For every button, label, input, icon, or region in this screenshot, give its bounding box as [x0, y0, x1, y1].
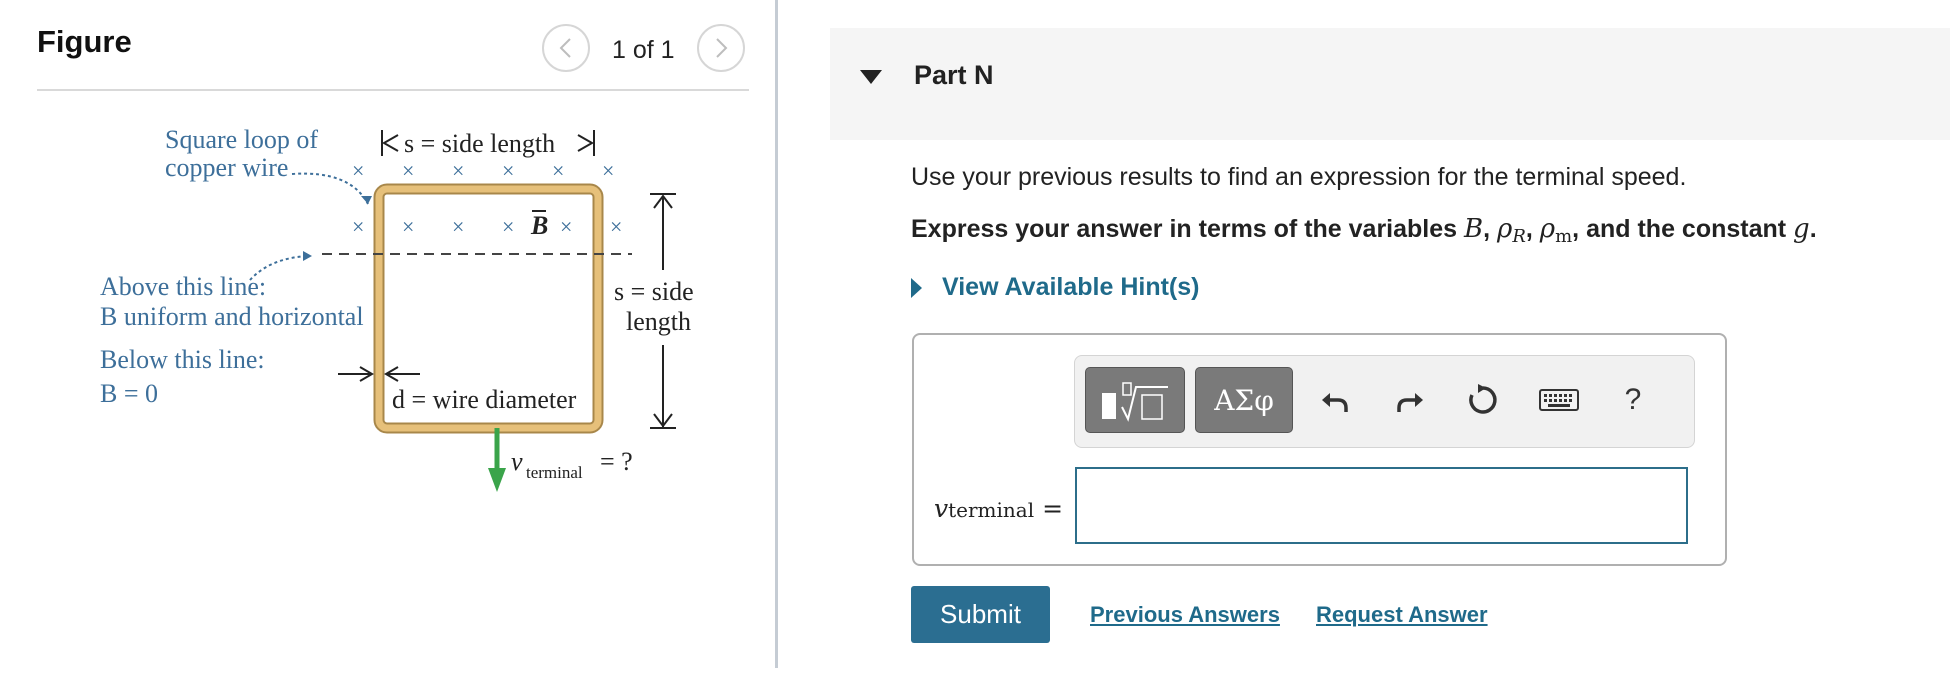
- caret-down-icon[interactable]: [860, 70, 882, 84]
- figure-title: Figure: [37, 24, 132, 59]
- panel-divider: [775, 0, 778, 668]
- symbols-button[interactable]: ΑΣφ: [1195, 367, 1293, 433]
- svg-text:×: ×: [352, 214, 364, 239]
- question-prompt: Use your previous results to find an exp…: [911, 163, 1687, 191]
- answer-label: vterminal =: [934, 494, 1063, 523]
- dim-right-arrow: [577, 134, 595, 152]
- math-toolbar: ΑΣφ ?: [1074, 355, 1695, 448]
- loop-label-line2: copper wire: [165, 153, 288, 182]
- velocity-label: v: [511, 447, 523, 476]
- above-line-label1: Above this line:: [100, 272, 266, 301]
- figure-panel: Figure 1 of 1 Square loop of copper wire…: [0, 0, 776, 678]
- view-hints-toggle[interactable]: View Available Hint(s): [911, 273, 1199, 302]
- svg-text:×: ×: [452, 158, 464, 183]
- svg-text:×: ×: [560, 214, 572, 239]
- svg-text:×: ×: [502, 214, 514, 239]
- figure-pager: 1 of 1: [612, 36, 675, 64]
- instruction-prefix: Express your answer in terms of the vari…: [911, 215, 1458, 243]
- field-crosses-row1: × × × × × ×: [352, 158, 614, 183]
- velocity-label-suffix: = ?: [600, 447, 633, 476]
- svg-text:×: ×: [602, 158, 614, 183]
- help-button[interactable]: ?: [1613, 380, 1653, 420]
- svg-text:×: ×: [452, 214, 464, 239]
- next-figure-button[interactable]: [697, 24, 745, 72]
- svg-text:×: ×: [352, 158, 364, 183]
- redo-button[interactable]: [1390, 380, 1430, 420]
- answer-input[interactable]: [1075, 467, 1688, 544]
- variable-g: g: [1793, 214, 1810, 244]
- svg-text:×: ×: [552, 158, 564, 183]
- side-label-line1: s = side: [614, 277, 694, 306]
- variable-b: B: [1464, 214, 1484, 244]
- undo-button[interactable]: [1315, 380, 1355, 420]
- reset-icon: [1469, 384, 1497, 414]
- keyboard-icon: [1539, 389, 1579, 411]
- svg-text:×: ×: [402, 214, 414, 239]
- instruction-suffix: and the constant: [1586, 215, 1787, 243]
- svg-text:×: ×: [402, 158, 414, 183]
- variable-rho-r: ρ: [1497, 214, 1513, 244]
- previous-figure-button[interactable]: [542, 24, 590, 72]
- keyboard-button[interactable]: [1535, 380, 1583, 420]
- submit-button[interactable]: Submit: [911, 586, 1050, 643]
- figure-divider: [37, 89, 749, 91]
- dim-left-arrow: [381, 134, 399, 152]
- svg-text:×: ×: [502, 158, 514, 183]
- template-icon: [1102, 382, 1168, 422]
- view-hints-label[interactable]: View Available Hint(s): [942, 273, 1199, 302]
- below-line-label2: B = 0: [100, 379, 158, 408]
- answer-instruction: Express your answer in terms of the vari…: [911, 214, 1817, 247]
- velocity-label-sub: terminal: [526, 463, 583, 482]
- previous-answers-link[interactable]: Previous Answers: [1090, 602, 1280, 628]
- answer-label-eq: =: [1042, 494, 1064, 523]
- answer-label-sub: terminal: [948, 498, 1035, 522]
- above-line-label2: B uniform and horizontal: [100, 302, 364, 331]
- symbols-icon: ΑΣφ: [1214, 383, 1274, 417]
- chevron-left-icon: [559, 38, 571, 58]
- part-header[interactable]: Part N: [830, 28, 1950, 140]
- loop-label-line1: Square loop of: [165, 125, 318, 154]
- variable-rho-m-sub: m: [1555, 226, 1573, 247]
- caret-right-icon: [911, 277, 922, 298]
- diameter-label: d = wire diameter: [392, 385, 577, 414]
- variable-rho-m: ρ: [1539, 214, 1556, 244]
- svg-text:×: ×: [610, 214, 622, 239]
- template-button[interactable]: [1085, 367, 1185, 433]
- variable-rho-r-sub: R: [1512, 226, 1526, 247]
- field-crosses-row2: × × × × × ×: [352, 214, 622, 239]
- velocity-arrow-head: [488, 468, 506, 492]
- help-icon: ?: [1624, 383, 1642, 416]
- undo-icon: [1322, 393, 1348, 412]
- redo-icon: [1397, 393, 1423, 412]
- below-line-label1: Below this line:: [100, 345, 265, 374]
- reset-button[interactable]: [1463, 380, 1503, 420]
- loop-diagram: Square loop of copper wire s = side leng…: [100, 125, 694, 492]
- answer-label-var: v: [934, 494, 949, 523]
- part-title: Part N: [914, 60, 994, 90]
- side-length-label: s = side length: [404, 129, 555, 158]
- request-answer-link[interactable]: Request Answer: [1316, 602, 1488, 628]
- chevron-right-icon: [716, 38, 728, 58]
- side-label-line2: length: [626, 307, 691, 336]
- field-b-label: B: [530, 211, 548, 240]
- boundary-pointer-head: [303, 251, 312, 261]
